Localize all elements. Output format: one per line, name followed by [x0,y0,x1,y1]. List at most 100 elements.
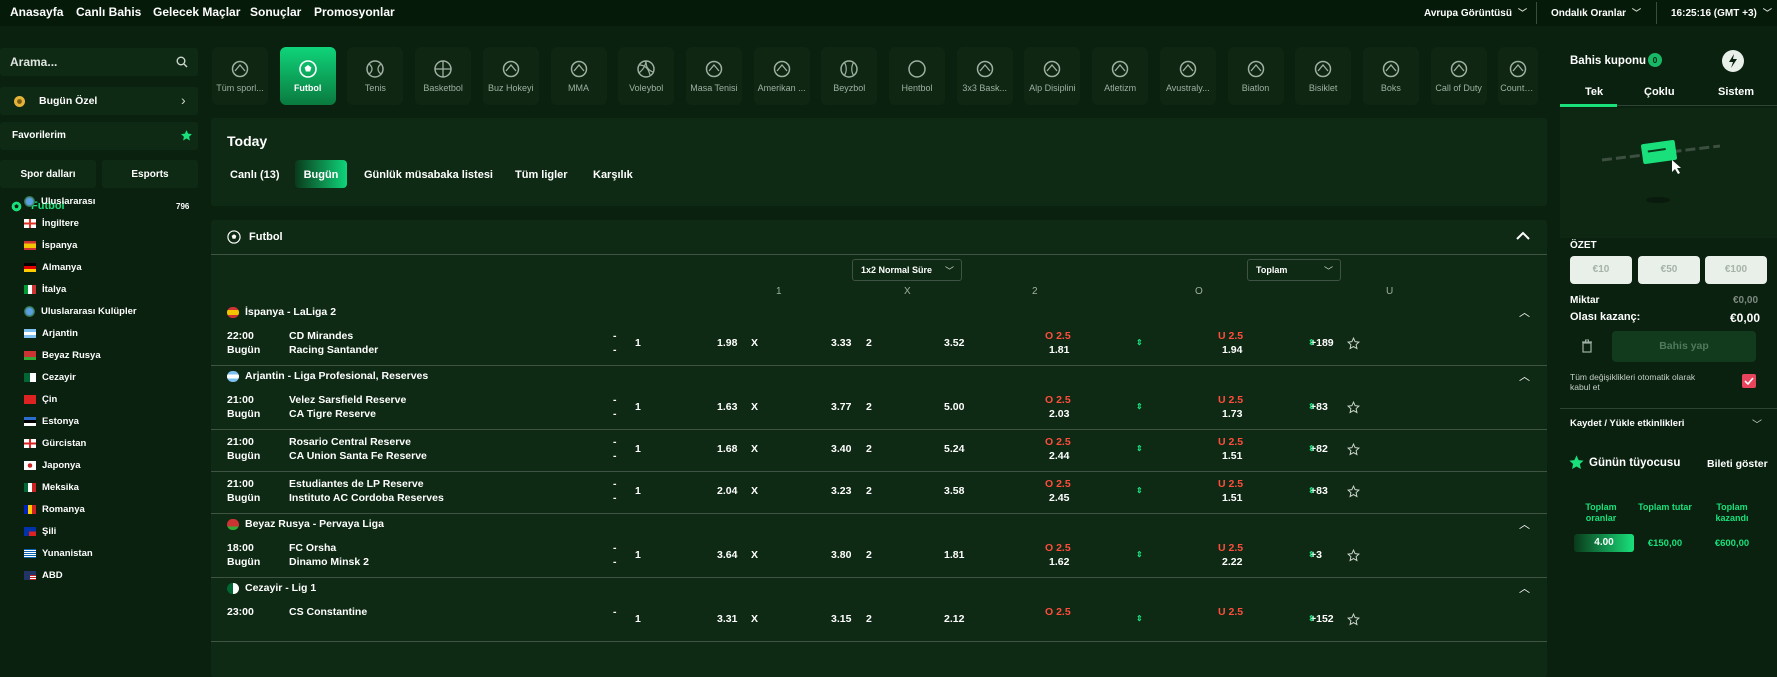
search-input[interactable] [10,54,160,70]
sidebar-country-item[interactable]: Uluslararası Kulüpler [24,303,137,319]
under-value[interactable]: 2.22 [1222,556,1242,568]
coupon-tab-multi[interactable]: Çoklu [1644,86,1675,98]
quick-stake-50[interactable]: €50 [1638,256,1700,284]
over-value[interactable]: 2.03 [1049,408,1069,420]
quick-stake-100[interactable]: €100 [1705,256,1767,284]
sidebar-country-item[interactable]: Gürcistan [24,435,86,451]
sidebar-country-item[interactable]: Japonya [24,457,81,473]
sidebar-country-item[interactable]: Meksika [24,479,79,495]
sport-tab[interactable]: MMA [550,47,607,105]
quick-bet-toggle[interactable] [1722,50,1744,72]
auto-accept-checkbox[interactable] [1742,374,1756,388]
league-header[interactable]: İspanya - LaLiga 2 [227,306,336,318]
tab-matchup[interactable]: Karşılık [593,169,633,181]
show-ticket-link[interactable]: Bileti göster [1707,458,1768,470]
sport-tab[interactable]: Tüm sporl... [212,47,268,105]
event-row[interactable]: 21:00 Bugün Rosario Central Reserve CA Unio… [211,434,1547,470]
odd-value-2[interactable]: 3.58 [944,485,964,497]
under-value[interactable]: 1.51 [1222,492,1242,504]
favorite-star-icon[interactable] [1347,549,1360,562]
view-select[interactable]: Avrupa Görüntüsü ﹀ [1424,6,1527,19]
favorite-star-icon[interactable] [1347,613,1360,626]
sidebar-country-item[interactable]: Beyaz Rusya [24,347,101,363]
chevron-up-icon[interactable]: ︿ [1519,580,1530,596]
sport-tab[interactable]: Masa Tenisi [685,47,742,105]
over-value[interactable]: 2.45 [1049,492,1069,504]
market-select-1x2[interactable]: 1x2 Normal Süre ﹀ [852,259,962,281]
sidebar-country-item[interactable]: Cezayir [24,369,76,385]
odd-value-x[interactable]: 3.80 [831,549,851,561]
odd-value-x[interactable]: 3.15 [831,613,851,625]
favorite-star-icon[interactable] [1347,443,1360,456]
coupon-tab-single[interactable]: Tek [1585,86,1603,98]
event-row[interactable]: 21:00 Bugün Estudiantes de LP Reserve Insti… [211,476,1547,512]
event-row[interactable]: 18:00 Bugün FC Orsha Dinamo Minsk 2 - - 1 3.64 X… [211,540,1547,576]
chevron-up-icon[interactable] [1516,231,1530,241]
sidebar-country-item[interactable]: İspanya [24,237,77,253]
sidebar-country-item[interactable]: İtalya [24,281,66,297]
sport-tab[interactable]: Basketbol [415,47,472,105]
sidebar-country-item[interactable]: İngiltere [24,215,79,231]
sport-tab[interactable]: Alp Disiplini [1024,47,1081,105]
nav-live-link[interactable]: Canlı Bahis [76,5,141,19]
sport-tab[interactable]: 3x3 Bask... [956,47,1013,105]
sidebar-favorites[interactable]: Favorilerim [0,122,198,150]
sport-tab[interactable]: Biatlon [1227,47,1284,105]
odd-value-2[interactable]: 5.24 [944,443,964,455]
sidebar-country-item[interactable]: Arjantin [24,325,78,341]
favorite-star-icon[interactable] [1347,485,1360,498]
nav-home-link[interactable]: Anasayfa [10,5,63,19]
odd-value-1[interactable]: 1.63 [717,401,737,413]
odd-value-2[interactable]: 1.81 [944,549,964,561]
league-header[interactable]: Arjantin - Liga Profesional, Reserves [227,370,428,382]
chevron-up-icon[interactable]: ︿ [1519,516,1530,532]
under-value[interactable]: 1.51 [1222,450,1242,462]
sidebar-country-item[interactable]: Çin [24,391,57,407]
odd-value-x[interactable]: 3.77 [831,401,851,413]
sport-tab[interactable]: Call of Duty [1430,47,1487,105]
over-value[interactable]: 1.81 [1049,344,1069,356]
trash-icon[interactable] [1581,339,1593,353]
over-value[interactable]: 2.44 [1049,450,1069,462]
league-header[interactable]: Cezayir - Lig 1 [227,582,316,594]
odd-value-2[interactable]: 3.52 [944,337,964,349]
sport-tab[interactable]: Counter-S [1498,47,1539,105]
clock-select[interactable]: 16:25:16 (GMT +3) ﹀ [1671,6,1772,19]
sidebar-country-item[interactable]: Yunanistan [24,545,93,561]
place-bet-button[interactable]: Bahis yap [1612,331,1756,362]
odd-value-x[interactable]: 3.23 [831,485,851,497]
quick-stake-10[interactable]: €10 [1570,256,1632,284]
tab-live[interactable]: Canlı (13) [230,169,280,181]
chevron-up-icon[interactable]: ︿ [1519,304,1530,320]
save-load-events[interactable]: Kaydet / Yükle etkinlikleri [1570,418,1684,429]
sport-tab[interactable]: Futbol [279,47,336,105]
tab-esports[interactable]: Esports [102,160,198,188]
sidebar-country-item[interactable]: Şili [24,523,56,539]
sidebar-country-item[interactable]: Uluslararası [24,193,95,209]
odd-value-x[interactable]: 3.33 [831,337,851,349]
sport-tab[interactable]: Amerikan ... [753,47,810,105]
sport-tab[interactable]: Beyzbol [821,47,878,105]
odds-format-select[interactable]: Ondalık Oranlar ﹀ [1551,6,1641,19]
favorite-star-icon[interactable] [1347,337,1360,350]
sport-tab[interactable]: Atletizm [1092,47,1149,105]
sidebar-country-item[interactable]: ABD [24,567,63,583]
tab-today-active[interactable]: Bugün [295,160,347,188]
sidebar-country-item[interactable]: Romanya [24,501,85,517]
event-row[interactable]: 21:00 Bugün Velez Sarsfield Reserve CA Tigr… [211,392,1547,428]
sidebar-item-today-special[interactable]: Bugün Özel › [0,87,198,115]
sport-tab[interactable]: Tenis [347,47,404,105]
coupon-tab-system[interactable]: Sistem [1718,86,1754,98]
under-value[interactable]: 1.73 [1222,408,1242,420]
favorite-star-icon[interactable] [1347,401,1360,414]
odd-value-1[interactable]: 3.31 [717,613,737,625]
sport-tab[interactable]: Hentbol [889,47,945,105]
sidebar-country-item[interactable]: Estonya [24,413,79,429]
over-value[interactable]: 1.62 [1049,556,1069,568]
sidebar-country-item[interactable]: Almanya [24,259,82,275]
chevron-down-icon[interactable]: ﹀ [1752,416,1762,431]
nav-results-link[interactable]: Sonuçlar [250,5,301,19]
sport-tab[interactable]: Voleybol [618,47,675,105]
tab-sports[interactable]: Spor dalları [0,160,96,188]
event-row[interactable]: 22:00 Bugün CD Mirandes Racing Santander - - 1… [211,328,1547,364]
